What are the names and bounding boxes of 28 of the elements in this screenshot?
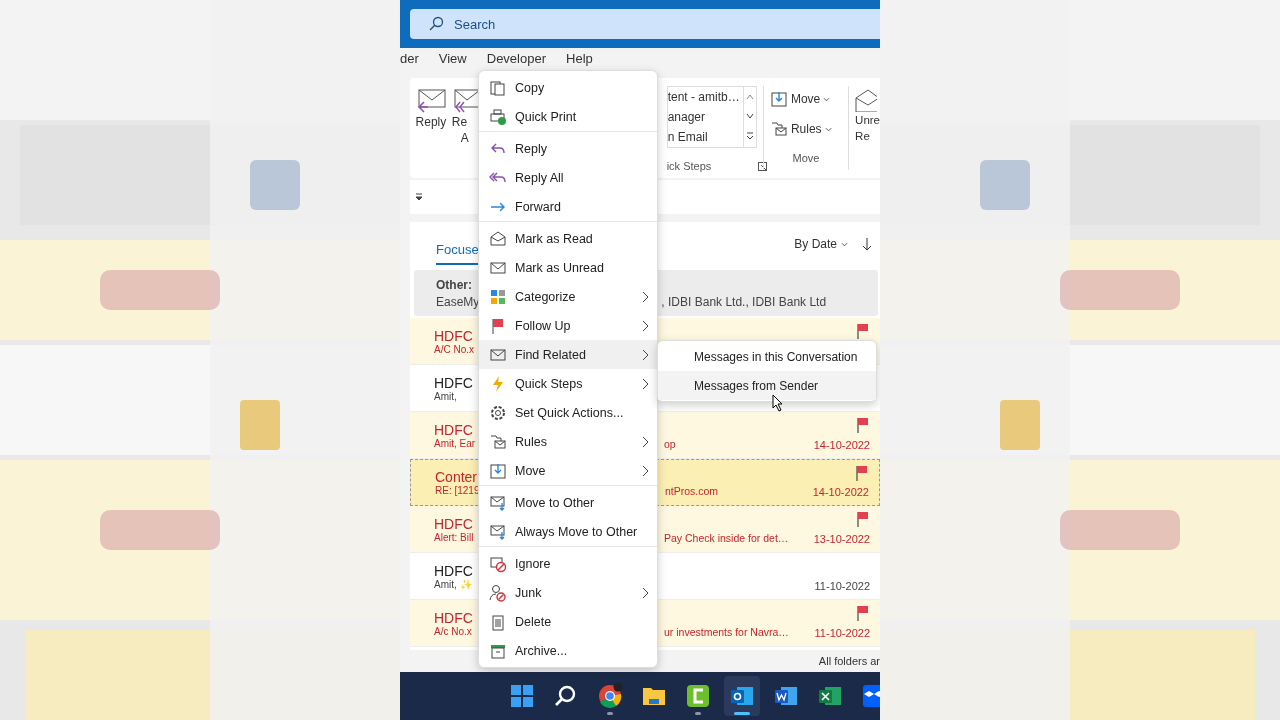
sender-list: EaseMy (436, 294, 480, 309)
sender-name: HDFC (434, 562, 474, 579)
message-preview: op (664, 438, 677, 450)
message-preview: ntPros.com (665, 485, 720, 497)
message-preview: Pay Check inside for det… (664, 532, 790, 544)
other-label: Other: (436, 277, 472, 292)
sender-list: , IDBI Bank Ltd., IDBI Bank Ltd (661, 294, 827, 309)
message-date: 14-10-2022 (813, 439, 870, 451)
message-preview: A/C No.x (434, 343, 475, 355)
group-label: Move (791, 152, 821, 164)
message-date: 14-10-2022 (812, 486, 869, 498)
sender-name: HDFC (434, 327, 474, 344)
message-preview: Amit, ✨ (434, 578, 473, 590)
message-date: 11-10-2022 (814, 627, 870, 639)
sender-name: Conter (435, 469, 477, 485)
message-date: 13-10-2022 (813, 533, 870, 545)
sender-name: HDFC (434, 421, 474, 438)
sender-name: HDFC (434, 609, 474, 626)
message-preview: Amit, Ear (434, 437, 476, 449)
message-preview: Alert: Bill (434, 531, 475, 543)
message-preview: Amit, (434, 390, 458, 402)
message-preview: ur investments for Navra… (664, 626, 790, 638)
status-text: All folders ar (818, 655, 880, 667)
sender-name: HDFC (434, 515, 474, 532)
sender-name: HDFC (434, 374, 474, 391)
message-preview: A/c No.x (434, 625, 473, 637)
group-label: ick Steps (666, 160, 712, 172)
message-date: 11-10-2022 (814, 580, 870, 592)
